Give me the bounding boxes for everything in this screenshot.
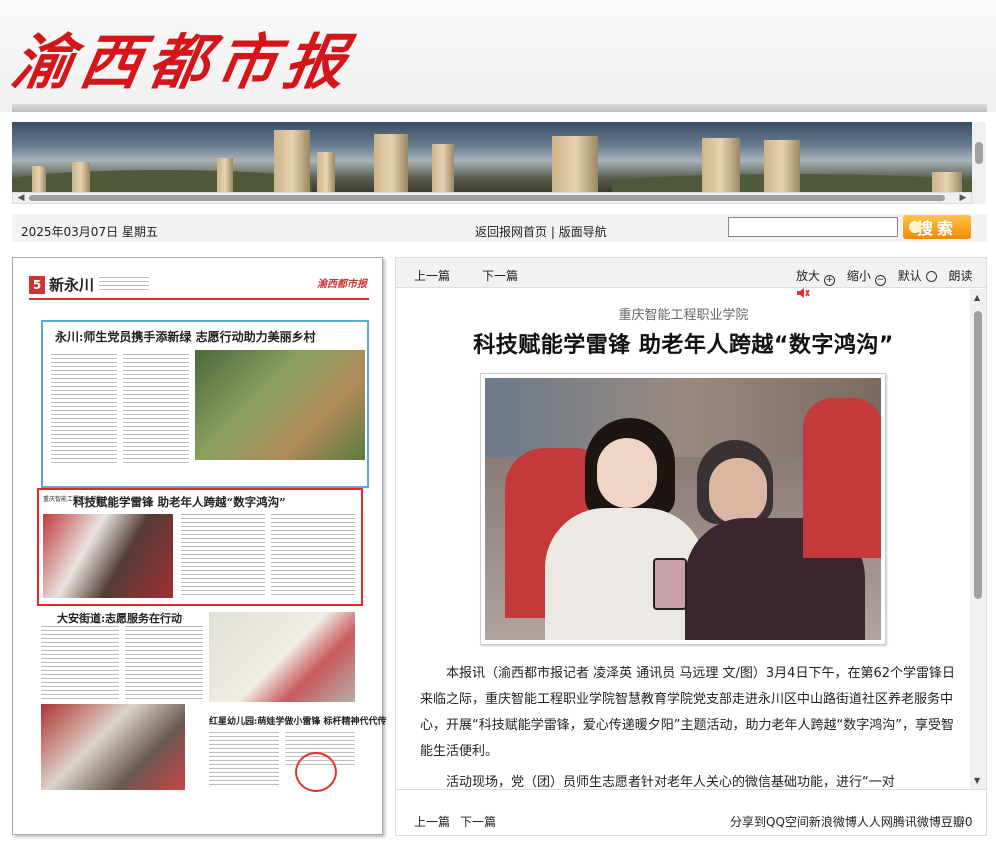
story3-title-thumb[interactable]: 大安街道:志愿服务在行动 <box>57 610 182 626</box>
phone-in-hand <box>653 558 687 610</box>
search-input[interactable] <box>728 217 898 237</box>
newspaper-logo[interactable]: 渝西都市报 <box>6 14 361 101</box>
zoom-out-button[interactable]: 缩小 − <box>846 269 890 286</box>
layout-nav-link[interactable]: 版面导航 <box>559 225 607 239</box>
banner-building <box>702 138 740 192</box>
scrollbar-thumb[interactable] <box>975 142 983 164</box>
footer-prev-link[interactable]: 上一篇 <box>414 813 450 830</box>
text-lines <box>123 354 189 466</box>
feature-photo-thumb <box>43 514 173 598</box>
page-logo: 渝西都市报 <box>317 279 367 290</box>
plus-circle-icon: + <box>824 275 836 286</box>
banner-building <box>72 162 90 192</box>
village-planting-photo[interactable] <box>195 350 365 460</box>
footer-next-link[interactable]: 下一篇 <box>460 813 496 830</box>
text-lines <box>209 732 279 788</box>
prev-article-link[interactable]: 上一篇 <box>414 267 450 284</box>
zoom-out-label: 缩小 <box>846 269 871 283</box>
city-banner-image <box>12 122 972 192</box>
article-footer-bar: 上一篇 下一篇 分享到QQ空间新浪微博人人网腾讯微博豆瓣0 <box>396 789 986 835</box>
search-button-label: 搜索 <box>917 221 958 238</box>
article-paragraph-1: 本报讯（渝西都市报记者 凌泽英 通讯员 马远理 文/图）3月4日下午，在第62个… <box>420 666 955 759</box>
circle-icon <box>925 271 937 282</box>
young-woman-face <box>597 438 657 508</box>
next-article-link[interactable]: 下一篇 <box>482 267 518 284</box>
elder-face <box>709 458 767 524</box>
page-editor-meta <box>99 277 159 291</box>
page-section-name: 新永川 <box>49 276 95 294</box>
masthead: 渝西都市报 <box>0 0 996 112</box>
article-panel: 上一篇 下一篇 放大 + 缩小 − 默认 朗读 重庆智能工程职业学院 科技赋能学雷锋… <box>395 257 987 836</box>
default-size-label: 默认 <box>897 269 922 283</box>
search-button[interactable]: 搜索 <box>903 215 971 239</box>
text-lines <box>271 514 355 598</box>
volunteer-helping-elder-photo <box>485 378 881 640</box>
minus-circle-icon: − <box>874 275 886 286</box>
background-volunteer <box>803 398 881 558</box>
article-toolbar: 上一篇 下一篇 放大 + 缩小 − 默认 朗读 <box>396 258 986 298</box>
article-paragraph-2: 活动现场，党（团）员师生志愿者针对老年人关心的微信基础功能，进行“一对 <box>446 775 895 789</box>
date-nav-bar: 2025年03月07日 星期五 返回报网首页 | 版面导航 搜索 <box>12 214 987 242</box>
banner-building <box>764 140 800 192</box>
masthead-divider <box>12 104 987 112</box>
text-lines <box>181 514 265 598</box>
banner-building <box>932 172 962 192</box>
page-header: 5 新永川 渝西都市报 <box>29 274 369 300</box>
selected-article-highlight[interactable]: 科技赋能学雷锋 助老年人跨越“数字鸿沟” <box>37 488 363 606</box>
page-number: 5 <box>29 276 45 294</box>
banner-building <box>217 158 233 192</box>
scrollbar-thumb[interactable] <box>974 311 982 599</box>
scroll-up-icon[interactable]: ▲ <box>974 293 980 302</box>
banner-building <box>317 152 335 192</box>
stamp-logo-icon <box>295 752 337 792</box>
banner-building <box>374 134 408 192</box>
article-kicker: 重庆智能工程职业学院 <box>618 308 749 323</box>
newspaper-page-thumbnail[interactable]: 5 新永川 渝西都市报 永川:师生党员携手添新绿 志愿行动助力美丽乡村 重庆智能… <box>12 257 386 835</box>
zoom-in-label: 放大 <box>796 269 821 283</box>
text-lines <box>125 626 203 700</box>
article-headline: 科技赋能学雷锋 助老年人跨越“数字鸿沟” <box>473 333 894 358</box>
kindergarten-photo-thumb[interactable] <box>209 612 355 702</box>
article-content: 重庆智能工程职业学院 科技赋能学雷锋 助老年人跨越“数字鸿沟” 本报讯（渝西都市… <box>396 289 971 789</box>
search-icon <box>909 221 921 233</box>
scroll-left-icon[interactable]: ◀ <box>15 193 27 203</box>
share-links[interactable]: 分享到QQ空间新浪微博人人网腾讯微博豆瓣0 <box>730 813 973 830</box>
nav-separator: | <box>550 225 555 239</box>
top-story-title: 永川:师生党员携手添新绿 志愿行动助力美丽乡村 <box>55 330 316 344</box>
scrollbar-thumb[interactable] <box>29 195 945 201</box>
banner-building <box>274 130 310 192</box>
scroll-down-icon[interactable]: ▼ <box>974 776 980 785</box>
article-scrollbar[interactable]: ▲ ▼ <box>970 289 986 789</box>
text-lines <box>51 354 117 466</box>
feature-title-thumb: 科技赋能学雷锋 助老年人跨越“数字鸿沟” <box>73 495 286 509</box>
zoom-in-button[interactable]: 放大 + <box>796 269 839 286</box>
home-link[interactable]: 返回报网首页 <box>475 225 547 239</box>
story4-title-thumb[interactable]: 红星幼儿园:萌娃学做小雷锋 标杆精神代代传 <box>209 714 386 727</box>
banner-vertical-scrollbar[interactable] <box>972 122 986 204</box>
banner-building <box>32 166 46 192</box>
issue-date: 2025年03月07日 星期五 <box>21 225 158 239</box>
read-aloud-label: 朗读 <box>948 269 973 283</box>
top-story-frame[interactable]: 永川:师生党员携手添新绿 志愿行动助力美丽乡村 <box>41 320 369 488</box>
article-photo-frame <box>480 373 886 645</box>
banner-horizontal-scrollbar[interactable]: ◀ ▶ <box>12 192 972 204</box>
scroll-right-icon[interactable]: ▶ <box>957 193 969 203</box>
text-lines <box>99 277 149 291</box>
volunteer-photo-thumb[interactable] <box>41 704 185 790</box>
banner-building <box>552 136 598 192</box>
banner-building <box>432 144 454 192</box>
banner-hill <box>12 170 312 192</box>
text-lines <box>41 626 119 700</box>
default-size-button[interactable]: 默认 <box>898 269 941 283</box>
nav-links: 返回报网首页 | 版面导航 <box>475 223 607 240</box>
